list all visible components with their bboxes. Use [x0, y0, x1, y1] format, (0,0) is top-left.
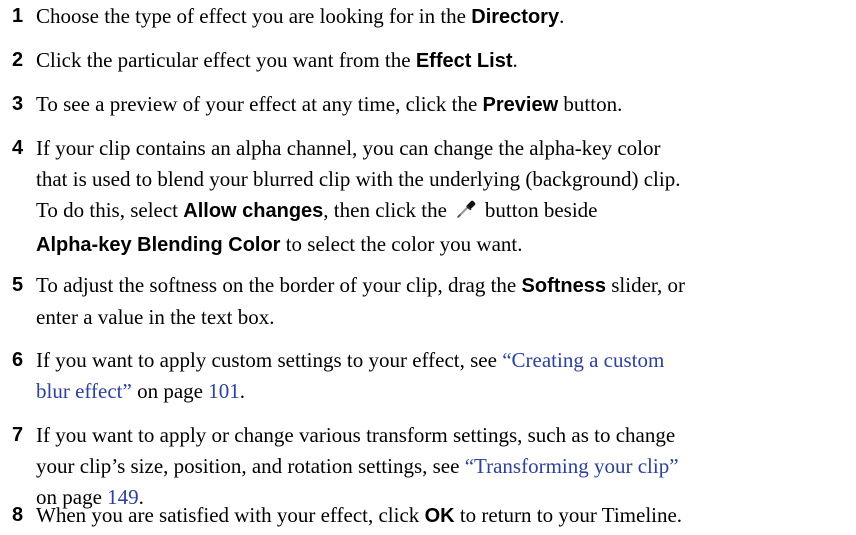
step-8: 8 When you are satisfied with your effec…: [0, 500, 856, 532]
step-text: To see a preview of your effect at any t…: [36, 92, 623, 116]
step-text: If you want to apply custom settings to …: [36, 348, 665, 403]
step-number: 6: [12, 349, 24, 371]
ui-term-preview: Preview: [482, 94, 559, 116]
step-text: If your clip contains an alpha channel, …: [36, 136, 681, 256]
page-link[interactable]: 101: [208, 379, 240, 403]
step-number: 4: [12, 137, 24, 159]
cross-reference-link[interactable]: “Creating a custom: [502, 348, 664, 372]
step-text: When you are satisfied with your effect,…: [36, 503, 683, 527]
step-number: 3: [12, 93, 24, 115]
ui-term-directory: Directory: [471, 6, 560, 28]
cross-reference-link[interactable]: blur effect”: [36, 379, 132, 403]
step-text: Choose the type of effect you are lookin…: [36, 4, 565, 28]
ui-term-effect-list: Effect List: [415, 50, 513, 72]
ui-term-ok: OK: [424, 505, 455, 527]
procedure-steps: 1 Choose the type of effect you are look…: [0, 0, 856, 535]
step-6: 6 If you want to apply custom settings t…: [0, 345, 856, 407]
cross-reference-link[interactable]: “Transforming your clip”: [465, 454, 679, 478]
step-number: 2: [12, 49, 24, 71]
step-text: To adjust the softness on the border of …: [36, 273, 686, 329]
ui-term-allow-changes: Allow changes: [183, 200, 324, 222]
step-1: 1 Choose the type of effect you are look…: [0, 1, 856, 33]
step-number: 7: [12, 424, 24, 446]
step-2: 2 Click the particular effect you want f…: [0, 45, 856, 77]
step-number: 5: [12, 274, 24, 296]
step-4: 4 If your clip contains an alpha channel…: [0, 133, 856, 261]
step-text: Click the particular effect you want fro…: [36, 48, 518, 72]
step-3: 3 To see a preview of your effect at any…: [0, 89, 856, 121]
step-5: 5 To adjust the softness on the border o…: [0, 270, 856, 333]
ui-term-softness: Softness: [521, 275, 606, 297]
step-number: 8: [12, 504, 24, 526]
ui-term-alpha-key-blending-color: Alpha-key Blending Color: [36, 234, 281, 256]
step-number: 1: [12, 5, 24, 27]
eyedropper-icon: [455, 198, 477, 229]
